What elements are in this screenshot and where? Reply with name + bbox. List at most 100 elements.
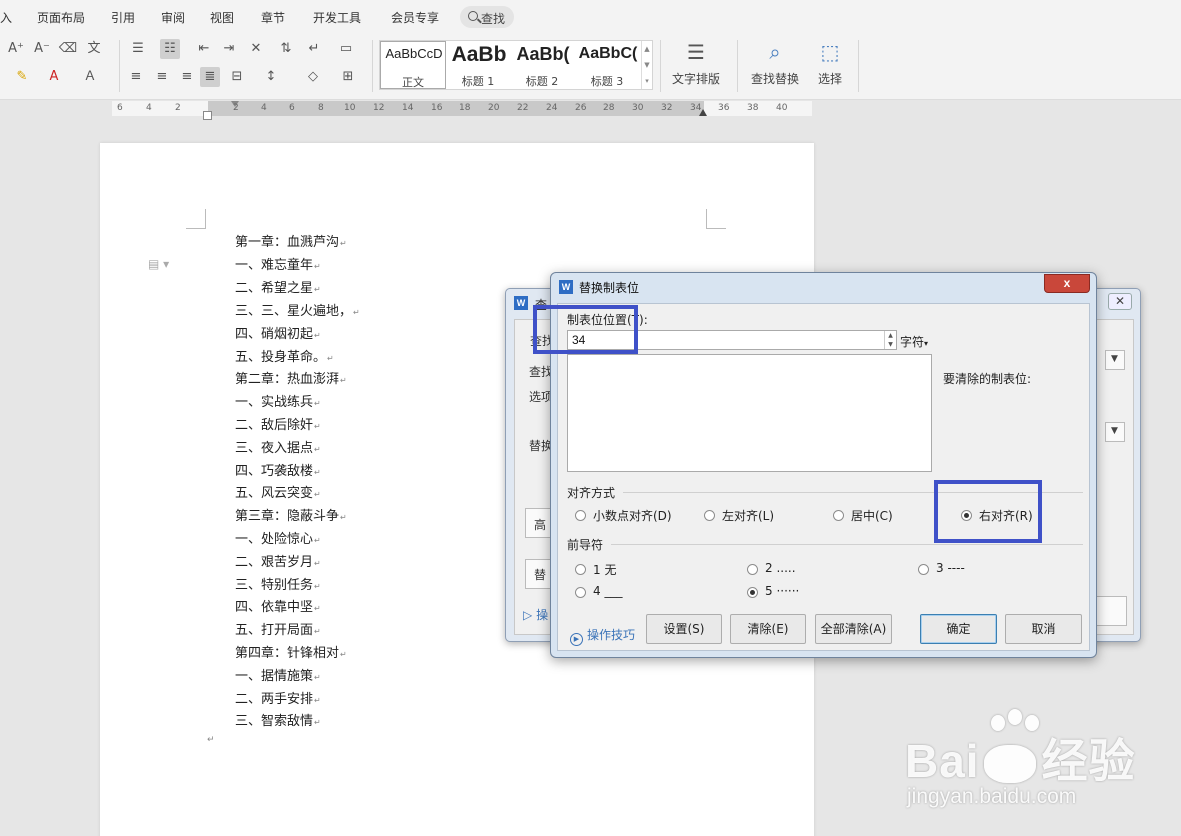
- text-layout-button[interactable]: ☰ 文字排版: [664, 34, 728, 94]
- cancel-button[interactable]: 取消: [1005, 614, 1082, 644]
- ruler-number: 4: [261, 103, 267, 113]
- align-center-icon[interactable]: ≡: [152, 67, 172, 87]
- style-heading-2-label: 标题 2: [525, 75, 559, 88]
- ruler-number: 32: [661, 103, 673, 113]
- doc-line: 四、依靠中坚↵: [235, 600, 321, 615]
- bg-tips-link[interactable]: ▷ 操: [523, 606, 548, 623]
- doc-line: 五、风云突变↵: [235, 486, 321, 501]
- horizontal-ruler[interactable]: 6 4 2 2 4 6 8 10 12 14 16 18 20 22 24 26…: [112, 101, 812, 120]
- leader-middle-dots-radio[interactable]: [747, 587, 758, 598]
- set-button[interactable]: 设置(S): [646, 614, 722, 644]
- align-left-icon[interactable]: ≡: [126, 67, 146, 87]
- clear-button[interactable]: 清除(E): [730, 614, 806, 644]
- advanced-search-label: 高: [534, 518, 547, 532]
- doc-line: 二、希望之星↵: [235, 281, 321, 296]
- clear-all-button[interactable]: 全部清除(A): [815, 614, 892, 644]
- bullet-list-icon[interactable]: ☰: [128, 39, 148, 59]
- justify-icon[interactable]: ≣: [200, 67, 220, 87]
- close-icon[interactable]: ✕: [1108, 293, 1132, 310]
- tab-ruler-icon[interactable]: ▭: [336, 39, 356, 59]
- leader-dashes-radio[interactable]: [918, 564, 929, 575]
- style-normal[interactable]: AaBbCcD 正文: [380, 41, 446, 89]
- tab-stops-list[interactable]: [567, 354, 932, 472]
- align-right-icon[interactable]: ≡: [177, 67, 197, 87]
- ruler-number: 8: [318, 103, 324, 113]
- show-marks-icon[interactable]: ↵: [304, 39, 324, 59]
- font-color-icon[interactable]: A: [44, 67, 64, 87]
- align-left-radio[interactable]: [704, 510, 715, 521]
- unit-dropdown[interactable]: 字符▾: [900, 333, 928, 350]
- doc-line: 三、特别任务↵: [235, 578, 321, 593]
- leader-none-radio[interactable]: [575, 564, 586, 575]
- style-heading-2[interactable]: AaBb( 标题 2: [510, 41, 574, 89]
- highlight-box-right-align: [934, 480, 1042, 543]
- select-button[interactable]: ⬚ 选择: [810, 34, 850, 94]
- styles-scroll[interactable]: ▲ ▼ ▾: [641, 41, 652, 89]
- left-indent-marker[interactable]: [203, 111, 212, 120]
- align-decimal-radio[interactable]: [575, 510, 586, 521]
- style-heading-3[interactable]: AaBbC( 标题 3: [574, 41, 640, 89]
- shrink-font-icon[interactable]: A⁻: [32, 39, 52, 59]
- increase-indent-icon[interactable]: ⇥: [219, 39, 239, 59]
- leader-group-label: 前导符: [567, 538, 604, 552]
- ok-button[interactable]: 确定: [920, 614, 997, 644]
- leader-dots-radio[interactable]: [747, 564, 758, 575]
- wps-logo-icon: W: [559, 280, 573, 294]
- style-heading-3-label: 标题 3: [590, 75, 624, 88]
- phonetic-icon[interactable]: 文: [84, 39, 104, 59]
- magnifier-icon: ⌕: [769, 40, 781, 64]
- leader-middle-dots-label[interactable]: 5 ······: [765, 584, 799, 598]
- distributed-icon[interactable]: ⊟: [227, 67, 247, 87]
- decrease-indent-icon[interactable]: ⇤: [194, 39, 214, 59]
- close-button[interactable]: x: [1044, 274, 1090, 293]
- menu-page-layout[interactable]: 页面布局: [37, 9, 85, 26]
- highlight-box-position: [533, 305, 638, 354]
- tab-position-spinner[interactable]: ▲ ▼: [884, 331, 896, 349]
- clear-format-icon[interactable]: ⌫: [58, 39, 78, 59]
- menu-member[interactable]: 会员专享: [391, 9, 439, 26]
- find-dropdown[interactable]: ▼: [1105, 350, 1125, 370]
- ruler-number: 18: [459, 103, 471, 113]
- doc-line: 一、处险惊心↵: [235, 532, 321, 547]
- numbered-list-icon[interactable]: ☷: [160, 39, 180, 59]
- ruler-number: 16: [431, 103, 443, 113]
- leader-none-label[interactable]: 1 无: [593, 561, 616, 578]
- menu-section[interactable]: 章节: [261, 9, 285, 26]
- menu-search-button[interactable]: 查找: [460, 6, 514, 28]
- menu-view[interactable]: 视图: [210, 9, 234, 26]
- find-replace-button[interactable]: ⌕ 查找替换: [744, 34, 806, 94]
- replace-dropdown[interactable]: ▼: [1105, 422, 1125, 442]
- align-decimal-label[interactable]: 小数点对齐(D): [593, 507, 672, 524]
- text-layout-icon: ☰: [687, 40, 705, 64]
- leader-underline-radio[interactable]: [575, 587, 586, 598]
- chevron-down-icon: ▾: [924, 339, 929, 348]
- menu-insert[interactable]: 入: [0, 9, 12, 26]
- align-left-label[interactable]: 左对齐(L): [722, 507, 774, 524]
- char-border-icon[interactable]: Ａ: [80, 67, 100, 87]
- style-heading-2-sample: AaBb(: [516, 44, 570, 64]
- line-spacing-icon[interactable]: ↕: [261, 67, 281, 87]
- borders-icon[interactable]: ⊞: [338, 67, 358, 87]
- sort-icon[interactable]: ⇅: [276, 39, 296, 59]
- alignment-group-label: 对齐方式: [567, 486, 616, 500]
- style-heading-1[interactable]: AaBb 标题 1: [446, 41, 510, 89]
- grow-font-icon[interactable]: A⁺: [6, 39, 26, 59]
- tips-link[interactable]: ▶ 操作技巧: [570, 626, 635, 646]
- doc-line: 一、难忘童年↵: [235, 258, 321, 273]
- leader-dots-label[interactable]: 2 .....: [765, 561, 796, 575]
- menu-references[interactable]: 引用: [111, 9, 135, 26]
- leader-underline-label[interactable]: 4 ___: [593, 584, 622, 598]
- paw-logo-icon: [983, 745, 1036, 783]
- menu-review[interactable]: 审阅: [161, 9, 185, 26]
- shading-icon[interactable]: ◇: [303, 67, 323, 87]
- leader-dashes-label[interactable]: 3 ----: [936, 561, 965, 575]
- ruler-number: 26: [575, 103, 587, 113]
- document-outline-icon[interactable]: ▤ ▾: [148, 257, 169, 271]
- align-center-label[interactable]: 居中(C): [851, 507, 893, 524]
- doc-line: 第一章：血溅芦沟↵: [235, 235, 347, 250]
- align-center-radio[interactable]: [833, 510, 844, 521]
- chinese-layout-icon[interactable]: ✕: [246, 39, 266, 59]
- ruler-number: 34: [690, 103, 702, 113]
- highlight-color-icon[interactable]: ✎: [12, 67, 32, 87]
- menu-developer-tools[interactable]: 开发工具: [313, 9, 361, 26]
